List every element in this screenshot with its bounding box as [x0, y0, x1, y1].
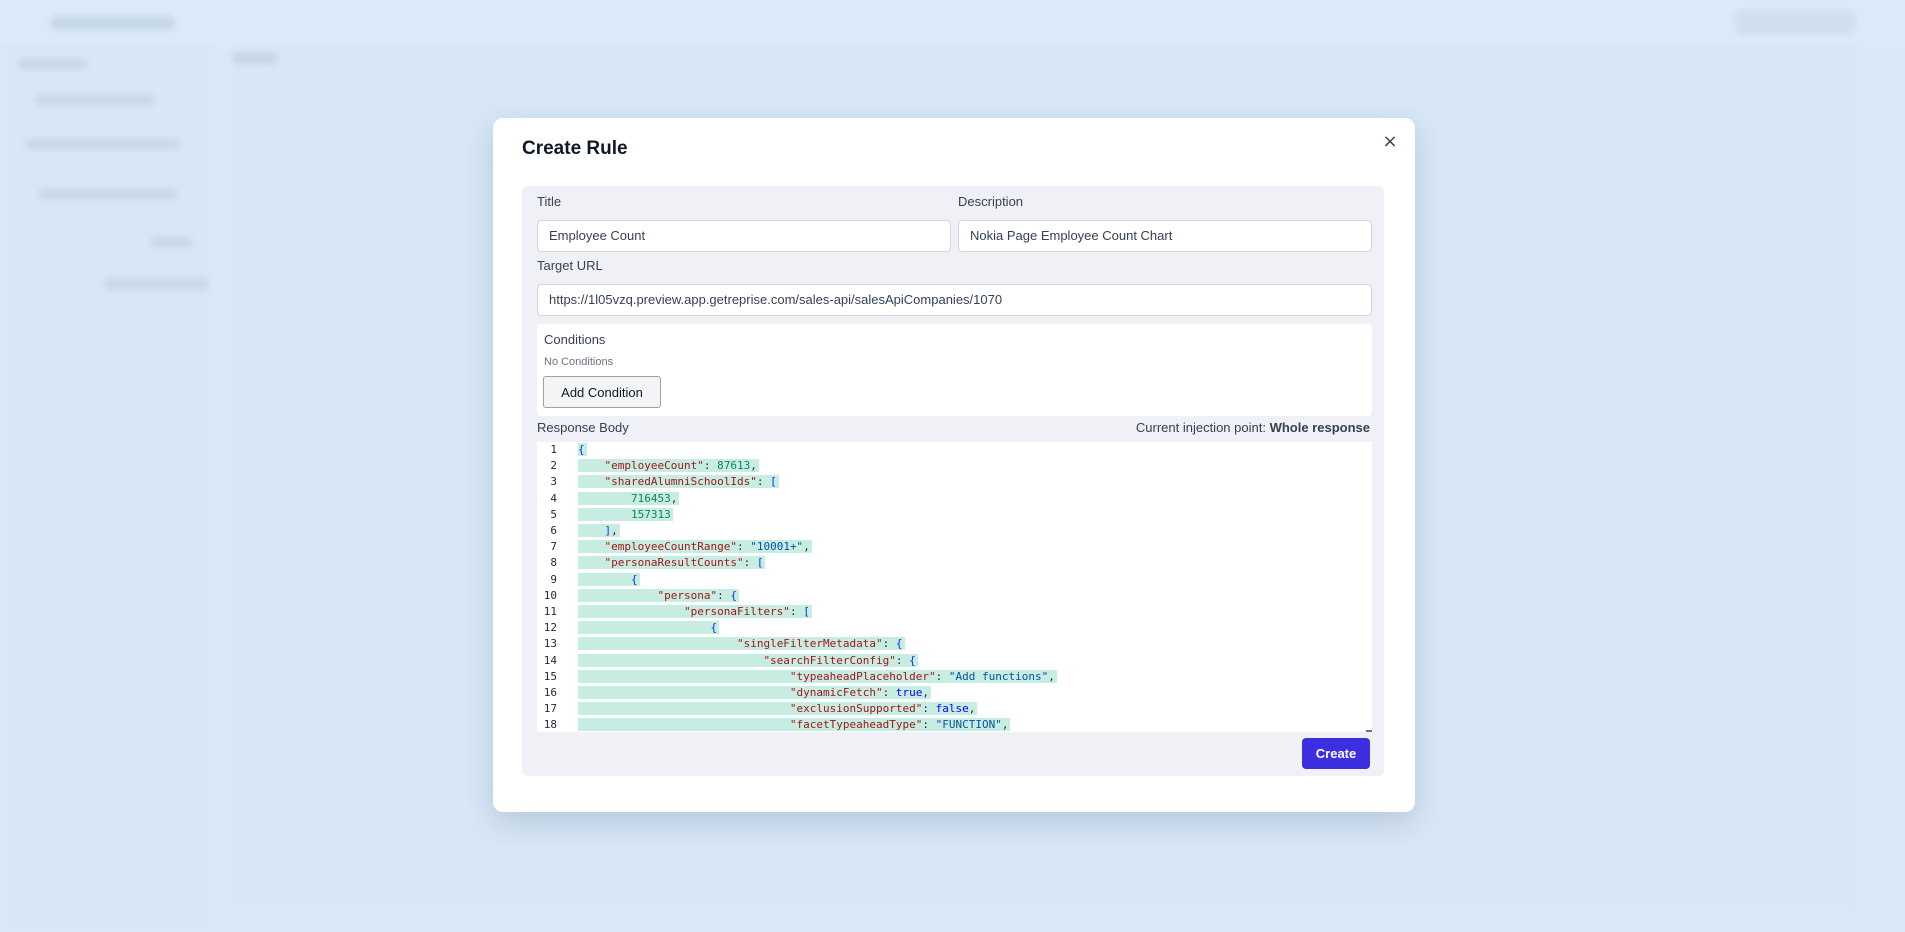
line-number: 8	[550, 556, 557, 570]
background-sidebar-item	[150, 236, 192, 248]
create-button[interactable]: Create	[1302, 738, 1370, 769]
code-text: {	[578, 572, 640, 586]
code-text: 157313	[578, 507, 673, 521]
line-number: 5	[550, 507, 557, 521]
code-text: "sharedAlumniSchoolIds": [	[578, 475, 779, 489]
line-number: 2	[550, 459, 557, 473]
code-text: "typeaheadPlaceholder": "Add functions",	[578, 669, 1057, 683]
code-line: 4 716453,	[537, 491, 1372, 507]
conditions-section: Conditions No Conditions Add Condition	[537, 324, 1372, 416]
code-text: "employeeCountRange": "10001+",	[578, 540, 812, 554]
title-input[interactable]: Employee Count	[537, 220, 951, 252]
code-line: 18 "facetTypeaheadType": "FUNCTION",	[537, 717, 1372, 732]
code-text: "persona": {	[578, 588, 739, 602]
background-sidebar-item	[18, 58, 88, 70]
code-line: 8 "personaResultCounts": [	[537, 555, 1372, 571]
background-sidebar-item	[25, 138, 180, 150]
injection-point: Current injection point: Whole response	[1136, 420, 1370, 435]
description-label: Description	[958, 194, 1024, 209]
line-number: 1	[550, 443, 557, 456]
background-main-heading	[232, 52, 277, 64]
line-number: 4	[550, 491, 557, 505]
background-sidebar-item	[35, 94, 155, 106]
code-line: 2 "employeeCount": 87613,	[537, 458, 1372, 474]
code-text: "singleFilterMetadata": {	[578, 637, 905, 651]
rule-form: Title Employee Count Description Nokia P…	[522, 186, 1384, 776]
code-text: "facetTypeaheadType": "FUNCTION",	[578, 718, 1011, 732]
injection-point-value: Whole response	[1269, 420, 1370, 435]
title-label: Title	[537, 194, 562, 209]
conditions-title: Conditions	[544, 332, 606, 347]
background-topbar	[0, 0, 1905, 46]
code-text: {	[578, 621, 720, 635]
conditions-empty-text: No Conditions	[544, 356, 614, 368]
code-line: 9 {	[537, 572, 1372, 588]
background-sidebar-item	[38, 188, 178, 200]
code-text: 716453,	[578, 491, 680, 505]
code-line: 7 "employeeCountRange": "10001+",	[537, 539, 1372, 555]
code-text: ],	[578, 524, 620, 537]
code-line: 17 "exclusionSupported": false,	[537, 701, 1372, 717]
code-line: 14 "searchFilterConfig": {	[537, 653, 1372, 669]
modal-title: Create Rule	[522, 138, 628, 159]
add-condition-button[interactable]: Add Condition	[543, 376, 661, 408]
response-body-label: Response Body	[537, 420, 629, 435]
line-number: 11	[543, 605, 557, 618]
line-number: 15	[543, 669, 557, 683]
line-number: 12	[543, 621, 557, 635]
close-icon[interactable]: ×	[1379, 131, 1401, 153]
code-line: 15 "typeaheadPlaceholder": "Add function…	[537, 669, 1372, 685]
code-line: 5 157313	[537, 507, 1372, 523]
code-line: 6 ],	[537, 523, 1372, 539]
description-input[interactable]: Nokia Page Employee Count Chart	[958, 220, 1372, 252]
line-number: 3	[550, 475, 557, 489]
code-text: {	[578, 443, 587, 456]
create-rule-modal: Create Rule × Title Employee Count Descr…	[493, 118, 1415, 812]
code-line: 10 "persona": {	[537, 588, 1372, 604]
code-text: "personaFilters": [	[578, 605, 812, 618]
background-sidebar-item	[104, 278, 209, 290]
code-text: "employeeCount": 87613,	[578, 459, 759, 473]
injection-point-prefix: Current injection point:	[1135, 420, 1266, 435]
code-line: 11 "personaFilters": [	[537, 604, 1372, 620]
target-url-input[interactable]: https://1l05vzq.preview.app.getreprise.c…	[537, 284, 1372, 316]
background-sidebar	[0, 46, 215, 932]
line-number: 10	[543, 588, 557, 602]
code-text: "searchFilterConfig": {	[578, 653, 918, 667]
code-line: 16 "dynamicFetch": true,	[537, 685, 1372, 701]
line-number: 9	[550, 572, 557, 586]
target-url-label: Target URL	[537, 258, 603, 273]
line-number: 13	[543, 637, 557, 651]
background-logo	[50, 16, 175, 30]
line-number: 7	[550, 540, 557, 554]
code-line: 13 "singleFilterMetadata": {	[537, 636, 1372, 652]
line-number: 17	[543, 702, 557, 716]
line-number: 6	[550, 524, 557, 537]
response-body-editor[interactable]: 1{2 "employeeCount": 87613, 3 "sharedAlum…	[537, 442, 1372, 732]
code-line: 12 {	[537, 620, 1372, 636]
line-number: 14	[543, 653, 557, 667]
code-text: "dynamicFetch": true,	[578, 686, 932, 699]
code-text: "exclusionSupported": false,	[578, 702, 978, 716]
line-number: 16	[543, 686, 557, 699]
line-number: 18	[543, 718, 557, 732]
code-line: 1{	[537, 442, 1372, 458]
background-top-button	[1735, 10, 1855, 34]
code-line: 3 "sharedAlumniSchoolIds": [	[537, 474, 1372, 490]
code-text: "personaResultCounts": [	[578, 556, 766, 570]
